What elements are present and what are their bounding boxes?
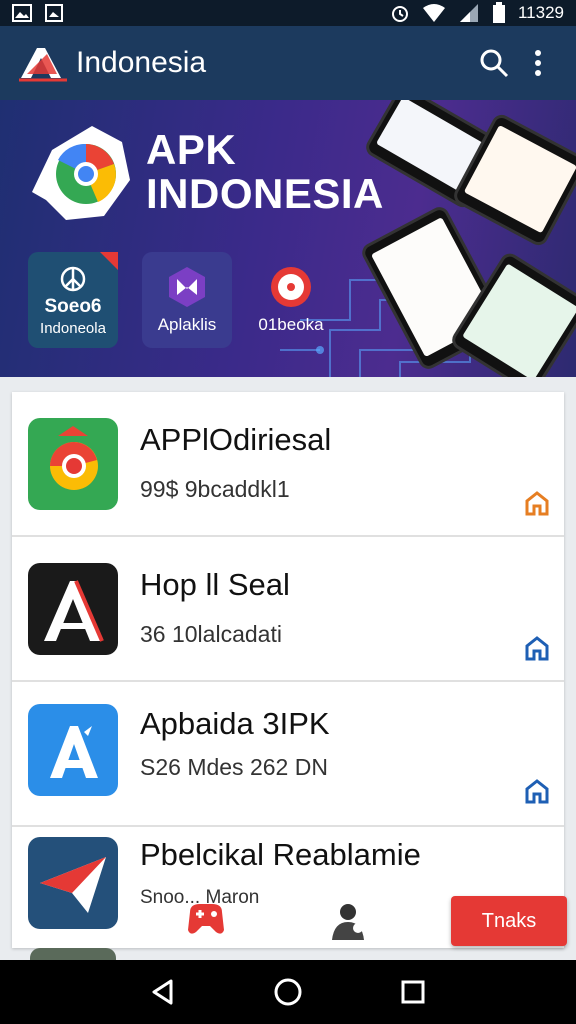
home-icon[interactable] — [524, 778, 550, 804]
list-item[interactable]: Apbaida 3IPK S26 Mdes 262 DN — [12, 682, 564, 827]
image-icon — [12, 4, 32, 22]
banner-title-line1: APK — [146, 126, 237, 173]
corner-fold-icon — [100, 252, 118, 270]
next-item-peek — [30, 948, 116, 960]
app-title: Pbelcikal Reablamie — [140, 837, 421, 872]
banner-tile-record[interactable]: 01beoka — [246, 252, 336, 348]
gallery-icon — [45, 4, 63, 22]
app-store-icon — [28, 704, 118, 796]
app-subtitle: S26 Mdes 262 DN — [140, 754, 328, 780]
app-list: APPlOdiriesal 99$ 9bcaddkl1 Hop ll Seal … — [12, 392, 564, 948]
banner-logo-icon — [26, 120, 136, 224]
app-title: Apbaida 3IPK — [140, 706, 330, 741]
home-circle-icon[interactable] — [268, 972, 308, 1012]
more-vert-icon[interactable] — [516, 41, 560, 85]
recents-icon[interactable] — [393, 972, 433, 1012]
try-button[interactable]: Tnaks — [451, 896, 567, 946]
banner-tile-aplikasi[interactable]: Aplaklis — [142, 252, 232, 348]
tile-label: 01beoka — [258, 315, 324, 334]
peace-icon — [60, 266, 86, 291]
app-title: Hop ll Seal — [140, 567, 290, 602]
home-icon[interactable] — [524, 635, 550, 661]
tile-top-text: Soeo6 — [44, 295, 102, 317]
a-logo-dark-icon — [28, 563, 118, 655]
bowtie-icon — [169, 267, 205, 307]
app-title: APPlOdiriesal — [140, 422, 332, 457]
app-bar: Indonesia — [0, 26, 576, 100]
list-item[interactable]: APPlOdiriesal 99$ 9bcaddkl1 — [12, 392, 564, 537]
hero-banner[interactable]: APK INDONESIA Soeo6 Indoneola Aplaklis 0… — [0, 100, 576, 377]
banner-title-line2: INDONESIA — [146, 170, 384, 217]
tile-label: Aplaklis — [157, 315, 217, 334]
app-subtitle: 99$ 9bcaddkl1 — [140, 476, 290, 502]
signal-icon — [459, 4, 478, 22]
banner-title: APK INDONESIA — [146, 128, 384, 216]
back-icon[interactable] — [143, 972, 183, 1012]
home-icon[interactable] — [524, 490, 550, 516]
battery-icon — [492, 2, 505, 23]
alarm-icon — [391, 6, 408, 22]
apk-logo-icon[interactable] — [16, 43, 70, 83]
status-bar: 11329 — [0, 0, 576, 26]
list-item[interactable]: Hop ll Seal 36 10lalcadati — [12, 537, 564, 682]
app-subtitle: 36 10lalcadati — [140, 621, 282, 647]
record-icon — [271, 267, 311, 307]
people-icon[interactable] — [326, 900, 370, 944]
chrome-like-icon — [28, 418, 118, 510]
status-time: 11329 — [517, 3, 564, 22]
app-bar-title: Indonesia — [76, 46, 207, 79]
search-icon[interactable] — [472, 41, 516, 85]
tile-label: Indoneola — [40, 319, 106, 337]
wifi-icon — [422, 4, 445, 22]
system-nav-bar — [0, 960, 576, 1024]
game-controller-icon[interactable] — [184, 896, 228, 940]
paper-plane-icon — [28, 837, 118, 929]
banner-tile-indonesia[interactable]: Soeo6 Indoneola — [28, 252, 118, 348]
